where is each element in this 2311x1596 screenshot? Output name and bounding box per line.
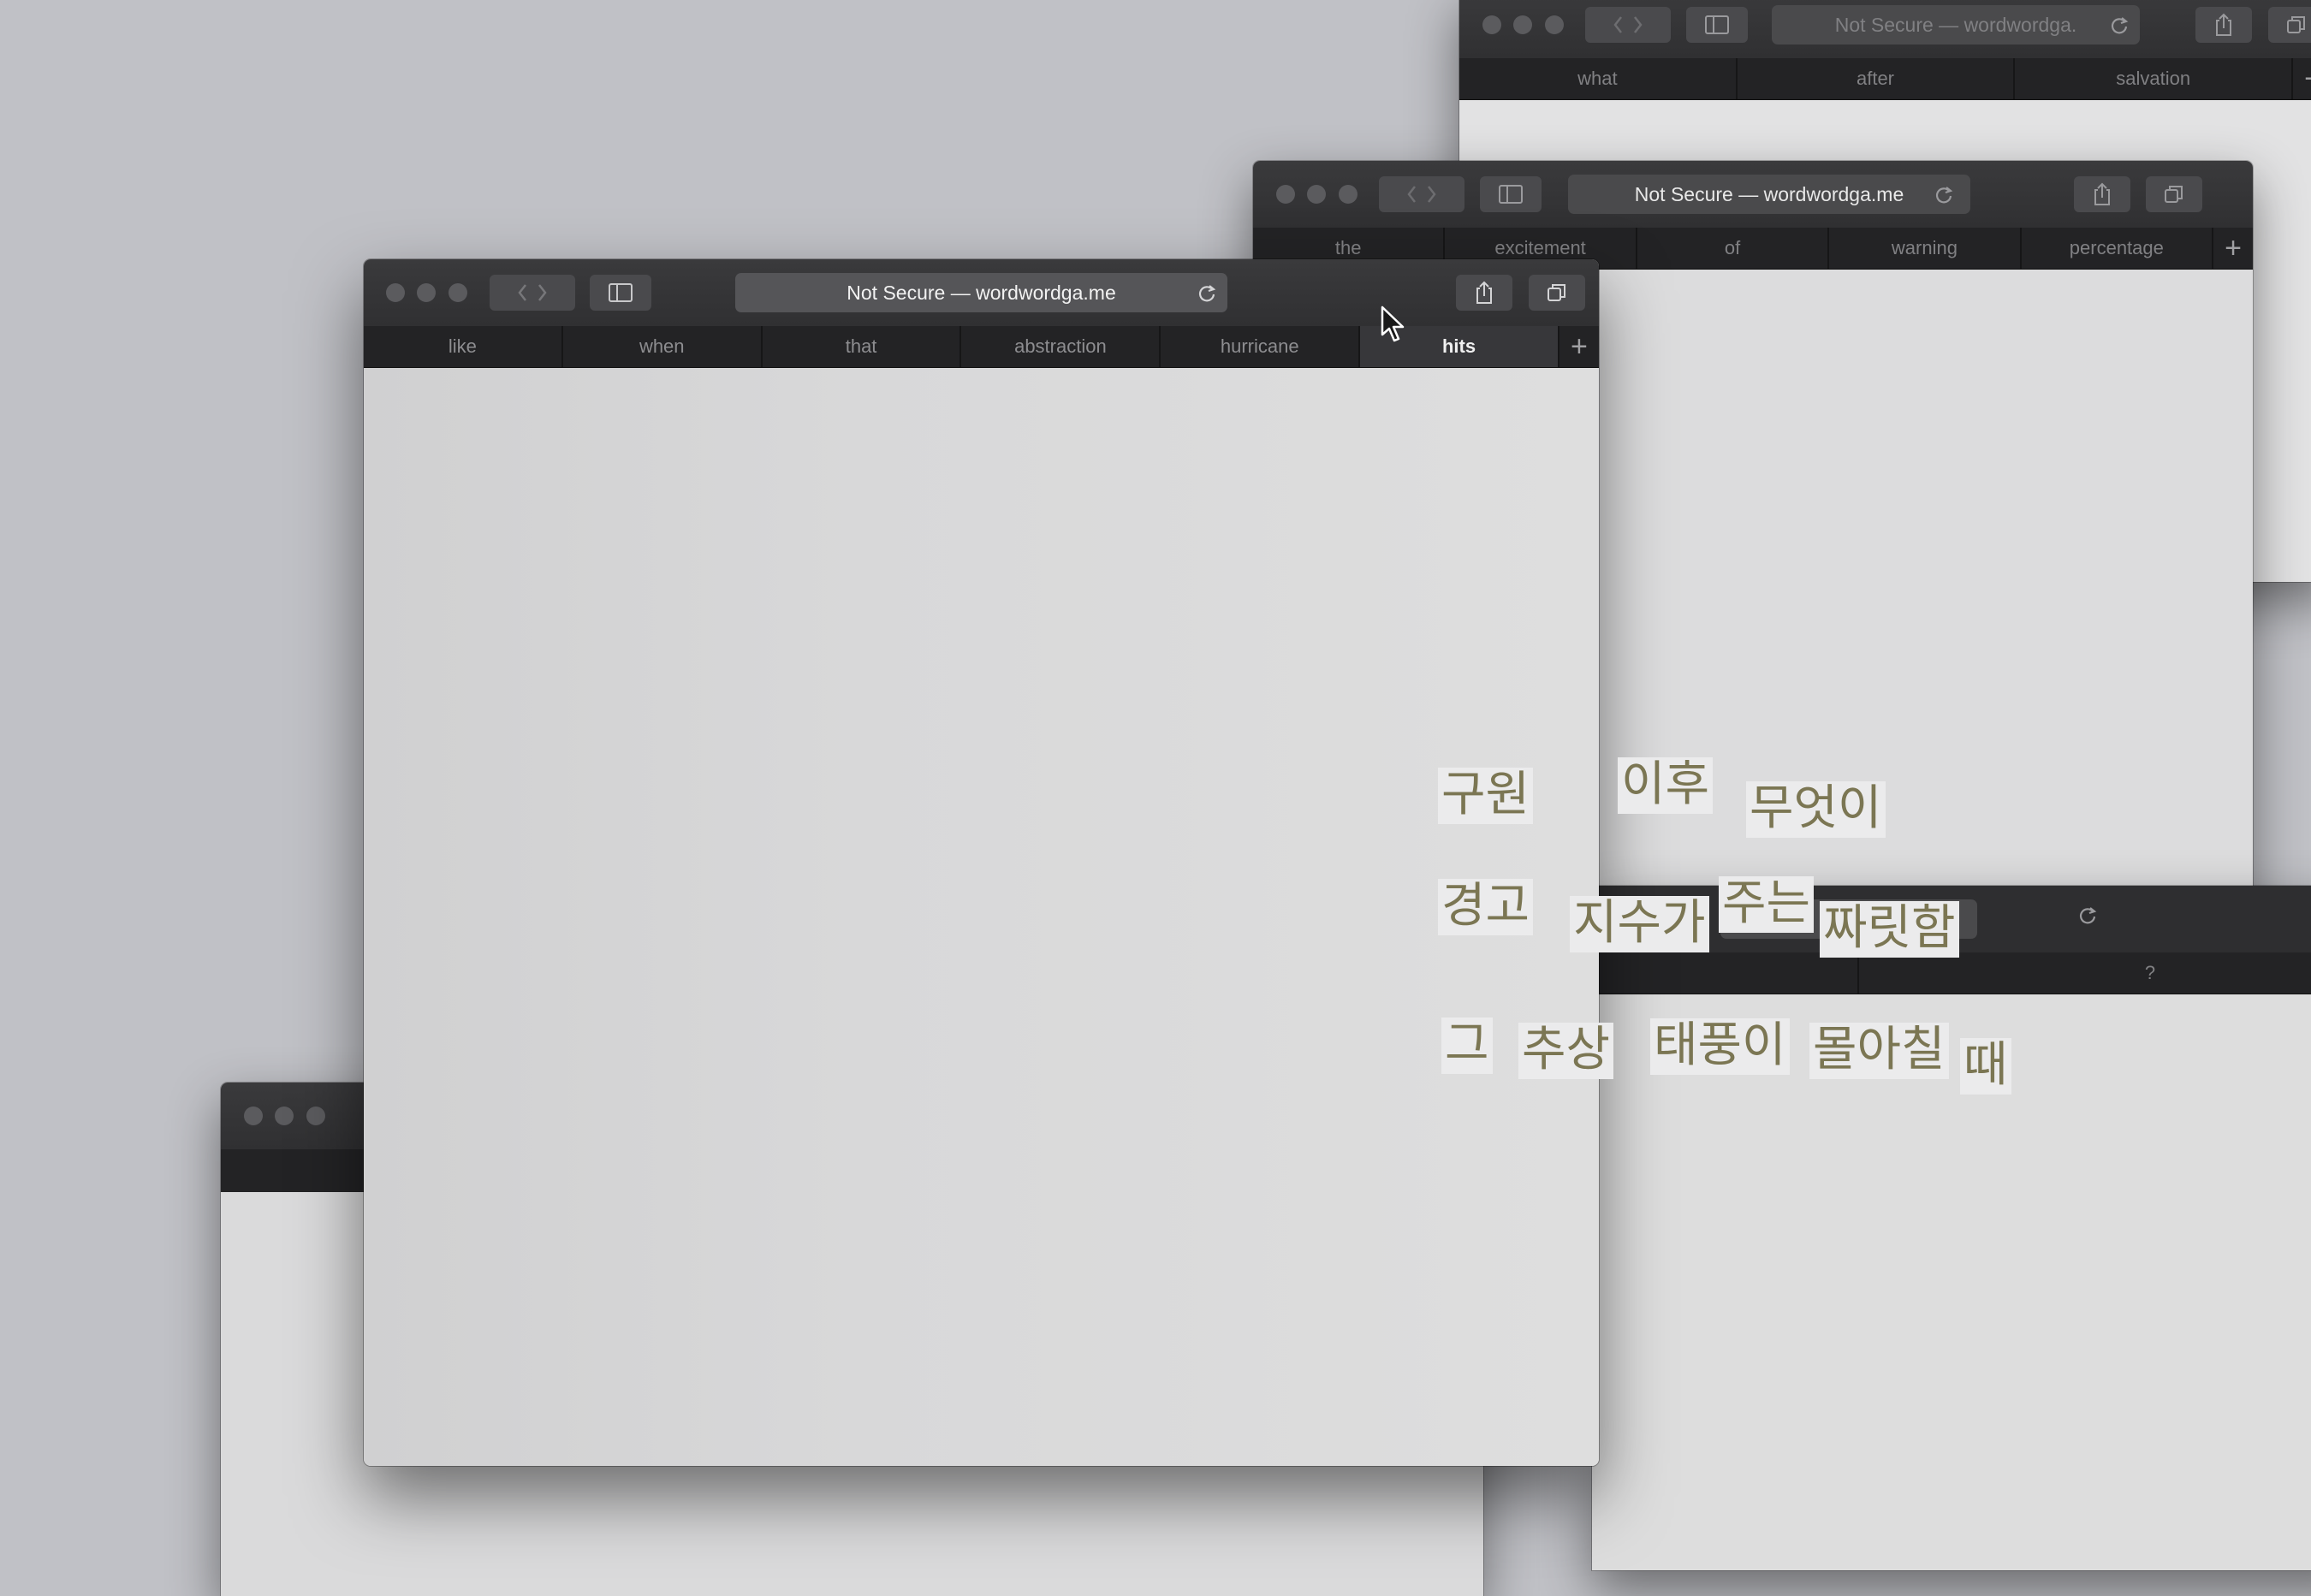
- close-button[interactable]: [386, 283, 405, 302]
- share-icon: [1476, 281, 1492, 304]
- back-forward-buttons[interactable]: [1585, 7, 1671, 43]
- tabs-overview-icon: [2287, 16, 2305, 33]
- share-button[interactable]: [1456, 275, 1512, 311]
- tab-hurricane[interactable]: hurricane: [1161, 326, 1361, 367]
- floating-word: 짜릿함: [1820, 901, 1959, 958]
- window-toolbar: Not Secure — wordwordga.me: [364, 259, 1599, 327]
- tabs-overview-button[interactable]: [1529, 275, 1585, 311]
- floating-word: 주는: [1719, 876, 1815, 933]
- share-icon: [2094, 182, 2110, 205]
- tab[interactable]: ?: [1859, 952, 2311, 994]
- zoom-button[interactable]: [1339, 185, 1357, 204]
- tab[interactable]: salvation: [2015, 58, 2294, 99]
- floating-word: 때: [1960, 1038, 2011, 1095]
- floating-word: 몰아칠: [1809, 1023, 1949, 1079]
- tabs-overview-icon: [1548, 284, 1565, 301]
- tab-that[interactable]: that: [763, 326, 962, 367]
- address-text: Not Secure — wordwordga.me: [1634, 182, 1904, 205]
- back-chevron-icon: [1613, 16, 1643, 33]
- back-chevron-icon: [518, 284, 547, 301]
- share-button[interactable]: [2195, 7, 2252, 43]
- reload-icon[interactable]: [1934, 186, 1953, 205]
- tabs-overview-button[interactable]: [2268, 7, 2311, 43]
- minimize-button[interactable]: [1513, 15, 1532, 34]
- browser-window-main: Not Secure — wordwordga.me like when tha…: [364, 259, 1599, 1466]
- address-bar[interactable]: Not Secure — wordwordga.me: [735, 273, 1227, 312]
- close-button[interactable]: [1276, 185, 1295, 204]
- share-icon: [2216, 13, 2231, 36]
- sidebar-button[interactable]: [590, 275, 651, 311]
- minimize-button[interactable]: [417, 283, 436, 302]
- sidebar-button[interactable]: [1480, 176, 1542, 212]
- new-tab-plus-icon[interactable]: +: [1559, 326, 1599, 367]
- floating-word: 무엇이: [1746, 781, 1886, 838]
- address-bar[interactable]: Not Secure — wordwordga.me: [1568, 175, 1970, 214]
- mouse-pointer-icon: [1381, 306, 1405, 342]
- floating-word: 추상: [1518, 1023, 1614, 1079]
- zoom-button[interactable]: [449, 283, 467, 302]
- window-toolbar: Not Secure — wordwordga.: [1459, 0, 2311, 59]
- tab[interactable]: after: [1738, 58, 2016, 99]
- back-chevron-icon: [1407, 186, 1436, 203]
- address-bar[interactable]: Not Secure — wordwordga.: [1772, 5, 2140, 44]
- new-tab-plus-icon[interactable]: +: [2293, 58, 2311, 99]
- tab[interactable]: of: [1637, 228, 1830, 269]
- close-button[interactable]: [244, 1107, 263, 1125]
- reload-icon[interactable]: [1197, 284, 1216, 303]
- tab-bar: like when that abstraction hurricane hit…: [364, 326, 1599, 368]
- floating-word: 지수가: [1570, 896, 1709, 952]
- browser-window-lower-right: me ?: [1592, 886, 2311, 1570]
- tab-bar: ?: [1592, 952, 2311, 994]
- tab-when[interactable]: when: [563, 326, 763, 367]
- floating-word: 경고: [1438, 879, 1534, 935]
- tabs-overview-icon: [2165, 186, 2183, 203]
- tab-bar: what after salvation +: [1459, 58, 2311, 100]
- tab[interactable]: percentage: [2022, 228, 2214, 269]
- page-content: [1592, 994, 2311, 1570]
- new-tab-plus-icon[interactable]: +: [2213, 228, 2253, 269]
- zoom-button[interactable]: [1545, 15, 1564, 34]
- sidebar-button[interactable]: [1686, 7, 1748, 43]
- window-toolbar: Not Secure — wordwordga.me: [1253, 161, 2253, 228]
- tab-like[interactable]: like: [364, 326, 563, 367]
- minimize-button[interactable]: [1307, 185, 1326, 204]
- tab[interactable]: warning: [1829, 228, 2022, 269]
- floating-word: 그: [1441, 1018, 1493, 1074]
- minimize-button[interactable]: [275, 1107, 294, 1125]
- floating-word: 태풍이: [1650, 1018, 1790, 1075]
- back-forward-buttons[interactable]: [1379, 176, 1464, 212]
- tab-abstraction[interactable]: abstraction: [961, 326, 1161, 367]
- page-content: [364, 368, 1599, 1466]
- share-button[interactable]: [2074, 176, 2130, 212]
- floating-word: 구원: [1438, 768, 1534, 824]
- tab[interactable]: what: [1459, 58, 1738, 99]
- sidebar-icon: [1499, 185, 1523, 204]
- close-button[interactable]: [1482, 15, 1501, 34]
- floating-word: 이후: [1618, 757, 1714, 814]
- tab[interactable]: [1592, 952, 1859, 994]
- zoom-button[interactable]: [306, 1107, 325, 1125]
- reload-icon[interactable]: [2078, 906, 2097, 925]
- sidebar-icon: [1705, 15, 1729, 34]
- address-text: Not Secure — wordwordga.me: [847, 281, 1116, 304]
- address-text: Not Secure — wordwordga.: [1834, 13, 2077, 36]
- sidebar-icon: [609, 283, 633, 302]
- back-forward-buttons[interactable]: [490, 275, 575, 311]
- reload-icon[interactable]: [2110, 16, 2129, 35]
- tabs-overview-button[interactable]: [2146, 176, 2202, 212]
